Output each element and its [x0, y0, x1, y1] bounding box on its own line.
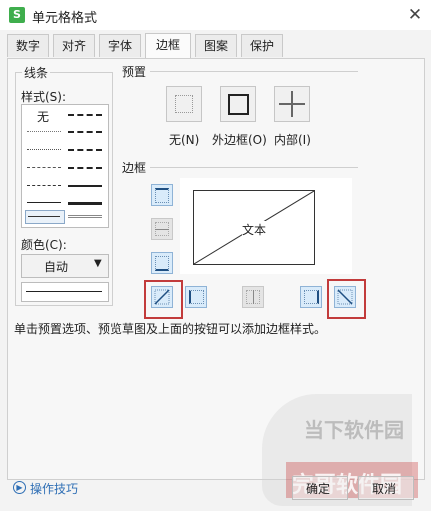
preset-none-label[interactable]: 无(N)	[169, 131, 199, 148]
border-top-button[interactable]	[151, 184, 173, 206]
tab-number[interactable]: 数字	[7, 34, 49, 57]
border-diagonal-down-button[interactable]	[334, 286, 356, 308]
preset-divider	[150, 71, 358, 72]
preview-text: 文本	[242, 221, 267, 238]
line-style-medium-dashed[interactable]	[68, 131, 102, 133]
hint-text: 单击预置选项、预览草图及上面的按钮可以添加边框样式。	[14, 322, 327, 336]
border-top-icon	[155, 188, 169, 203]
line-style-double[interactable]	[68, 215, 102, 218]
line-style-thin[interactable]	[27, 202, 61, 203]
line-preview-sample	[26, 291, 102, 292]
border-title: 边框	[122, 161, 147, 175]
watermark-text-top: 当下软件园	[304, 418, 404, 442]
preset-inside-button[interactable]	[274, 86, 310, 122]
window-title: 单元格格式	[32, 11, 98, 26]
line-style-thin-selected	[28, 216, 60, 217]
line-style-selected[interactable]	[25, 210, 65, 224]
line-style-dashdot[interactable]	[27, 167, 61, 168]
border-preview-cell[interactable]: 文本	[193, 190, 315, 265]
border-bottom-button[interactable]	[151, 252, 173, 274]
close-icon[interactable]: ✕	[404, 4, 426, 26]
diagonal-down-icon	[337, 289, 353, 305]
line-style-thick[interactable]	[68, 202, 102, 205]
color-dropdown-value: 自动	[44, 260, 69, 274]
border-bottom-icon	[155, 256, 169, 271]
preset-none-button[interactable]	[166, 86, 202, 122]
chevron-down-icon: ▼	[94, 258, 102, 269]
tab-font[interactable]: 字体	[99, 34, 141, 57]
play-icon[interactable]: ▶	[13, 481, 26, 494]
preset-inside-label[interactable]: 内部(I)	[274, 131, 311, 148]
line-style-slanted[interactable]	[68, 167, 102, 169]
app-icon: S	[9, 7, 25, 23]
line-style-none[interactable]: 无	[37, 108, 49, 125]
border-right-icon	[304, 290, 319, 304]
tips-link[interactable]: 操作技巧	[30, 480, 78, 497]
line-style-hair[interactable]	[27, 131, 61, 132]
border-right-button[interactable]	[300, 286, 322, 308]
line-style-medium-dashdotdot[interactable]	[68, 149, 102, 151]
preset-outline-icon	[228, 94, 249, 115]
line-style-dashdotdot[interactable]	[27, 185, 61, 186]
line-style-medium-dashdot[interactable]	[68, 114, 102, 116]
style-label: 样式(S):	[21, 90, 67, 104]
ok-button-label: 确定	[306, 482, 331, 496]
tab-alignment[interactable]: 对齐	[53, 34, 95, 57]
preset-title: 预置	[122, 65, 147, 79]
border-inner-vertical-button[interactable]	[242, 286, 264, 308]
preset-outline-label[interactable]: 外边框(O)	[212, 131, 267, 148]
line-section-title: 线条	[22, 64, 51, 81]
border-left-icon	[189, 290, 204, 304]
diagonal-up-icon	[154, 289, 170, 305]
line-preview	[21, 282, 109, 302]
color-label: 颜色(C):	[21, 238, 67, 252]
line-style-medium[interactable]	[68, 185, 102, 187]
tab-pattern[interactable]: 图案	[195, 34, 237, 57]
preset-none-icon	[175, 95, 193, 113]
border-inner-horizontal-button[interactable]	[151, 218, 173, 240]
cancel-button-label: 取消	[372, 482, 397, 496]
border-left-button[interactable]	[185, 286, 207, 308]
border-diagonal-up-button[interactable]	[151, 286, 173, 308]
preset-outline-button[interactable]	[220, 86, 256, 122]
tab-border[interactable]: 边框	[145, 33, 191, 58]
line-style-dotted[interactable]	[27, 149, 61, 150]
tab-protection[interactable]: 保护	[241, 34, 283, 57]
border-divider	[150, 167, 358, 168]
